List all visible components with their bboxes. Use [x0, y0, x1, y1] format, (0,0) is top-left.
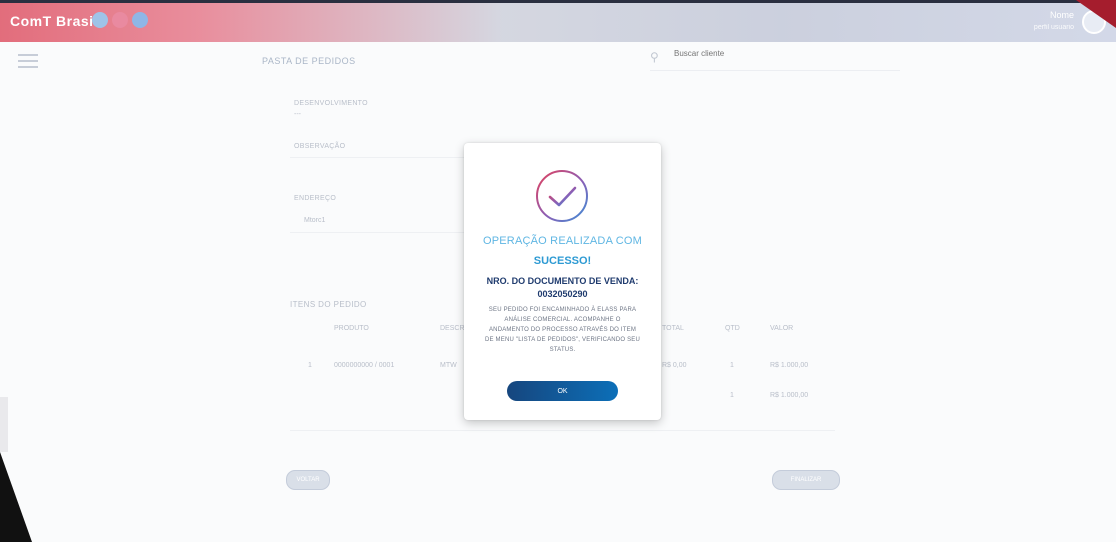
page-title: PASTA DE PEDIDOS — [262, 56, 356, 66]
hamburger-menu-icon[interactable] — [18, 54, 38, 68]
finish-button[interactable]: FINALIZAR — [772, 470, 840, 490]
field-label: DESENVOLVIMENTO — [294, 100, 368, 107]
logo-badges — [92, 12, 148, 28]
table-cell: R$ 1.000,00 — [770, 362, 809, 369]
modal-title: OPERAÇÃO REALIZADA COM — [482, 235, 643, 247]
badge-icon — [112, 12, 128, 28]
check-circle-icon — [536, 170, 588, 222]
table-divider — [290, 430, 835, 431]
table-cell: R$ 0,00 — [662, 362, 687, 369]
badge-icon — [132, 12, 148, 28]
table-cell: R$ 1.000,00 — [770, 392, 809, 399]
search-bar: ⚲ — [650, 46, 900, 71]
badge-icon — [92, 12, 108, 28]
field-label: ENDEREÇO — [294, 195, 337, 202]
search-input[interactable] — [672, 48, 876, 59]
search-icon[interactable]: ⚲ — [650, 50, 659, 64]
field-underline — [290, 232, 465, 233]
corner-decoration — [0, 397, 8, 452]
column-header: PRODUTO — [334, 325, 369, 332]
corner-decoration — [1076, 0, 1116, 28]
app-logo[interactable]: ComT Brasil — [10, 13, 98, 29]
top-bar-edge — [0, 0, 1116, 3]
field-label: OBSERVAÇÃO — [294, 143, 346, 150]
modal-message: SEU PEDIDO FOI ENCAMINHADO À ELASS PARA … — [484, 307, 641, 353]
user-subtitle: perfil usuario — [1033, 24, 1074, 31]
ok-button[interactable]: OK — [507, 381, 618, 401]
column-header: VALOR — [770, 325, 794, 332]
field-underline[interactable] — [290, 157, 465, 158]
success-modal: OPERAÇÃO REALIZADA COM SUCESSO! NRO. DO … — [464, 143, 661, 420]
modal-success-text: SUCESSO! — [533, 255, 592, 267]
address-select[interactable]: Mtorc1 — [304, 217, 325, 224]
corner-decoration — [0, 452, 32, 542]
items-table-title: ITENS DO PEDIDO — [290, 300, 367, 309]
top-bar — [0, 0, 1116, 42]
table-cell: 1 — [730, 362, 734, 369]
table-cell: 1 — [730, 392, 734, 399]
column-header: QTD — [725, 325, 740, 332]
field-value: --- — [294, 111, 301, 118]
table-cell: MTW — [440, 362, 457, 369]
back-button[interactable]: VOLTAR — [286, 470, 330, 490]
table-cell: 1 — [308, 362, 312, 369]
user-name: Nome — [1049, 10, 1074, 20]
document-number: 0032050290 — [537, 289, 588, 299]
document-label: NRO. DO DOCUMENTO DE VENDA: — [486, 276, 639, 286]
column-header: TOTAL — [662, 325, 684, 332]
table-cell: 0000000000 / 0001 — [334, 362, 395, 369]
